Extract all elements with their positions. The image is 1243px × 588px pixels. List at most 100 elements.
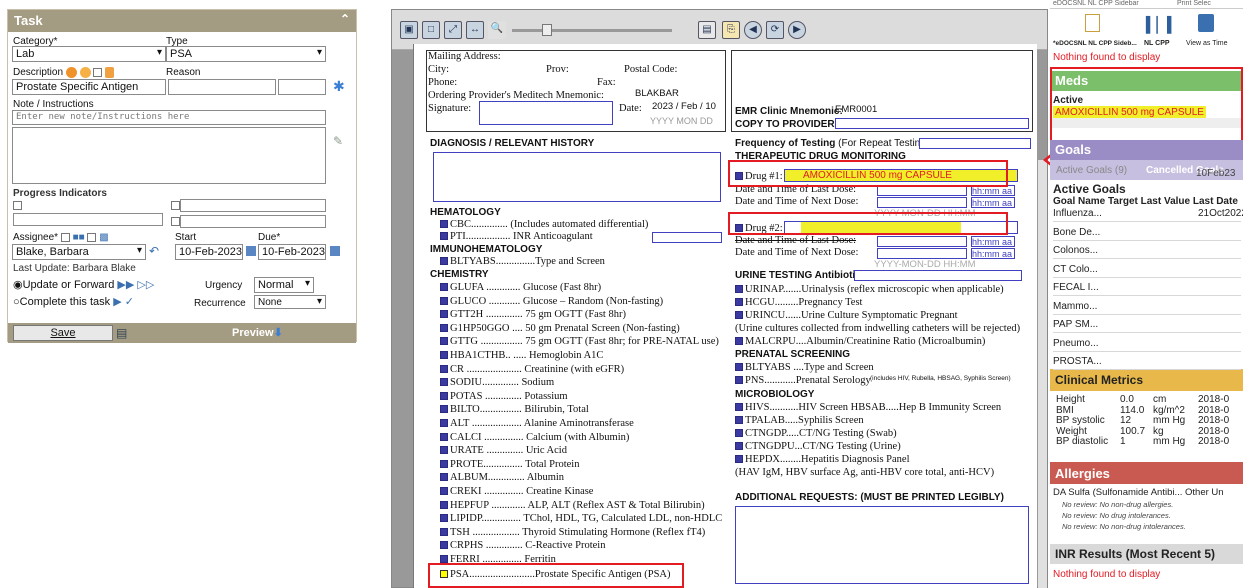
start-calendar-icon[interactable] bbox=[246, 246, 256, 256]
type-select[interactable]: PSA bbox=[166, 46, 326, 62]
pti-item[interactable]: PTI................. INR Anticoagulant bbox=[440, 231, 593, 242]
pti-checkbox[interactable] bbox=[440, 232, 448, 240]
chem-item-16-checkbox[interactable] bbox=[440, 500, 448, 509]
due-date-input[interactable]: 10-Feb-2023 bbox=[258, 244, 326, 260]
view-as-time-label[interactable]: View as Time bbox=[1186, 40, 1228, 47]
micro-item-1-checkbox[interactable] bbox=[735, 416, 743, 424]
bltyabs-item[interactable]: BLTYABS...............Type and Screen bbox=[440, 256, 605, 267]
refresh-icon[interactable]: ↶ bbox=[149, 244, 159, 258]
drug2-last-dose-date[interactable] bbox=[877, 236, 967, 247]
chem-item-3-checkbox[interactable] bbox=[440, 323, 448, 332]
nl-cpp-label[interactable]: NL CPP bbox=[1144, 40, 1170, 47]
refresh-form-icon[interactable]: ⟳ bbox=[766, 21, 784, 39]
back-icon[interactable]: ◀ bbox=[744, 21, 762, 39]
additional-requests-field[interactable] bbox=[735, 506, 1029, 584]
sidebar-link-label[interactable]: *eDOCSNL NL CPP Sideb... bbox=[1053, 40, 1137, 47]
goals-tab-active[interactable]: Active Goals (9) bbox=[1056, 165, 1127, 176]
chem-item-5-checkbox[interactable] bbox=[440, 351, 448, 359]
goal-row-name[interactable]: Influenza... bbox=[1053, 208, 1102, 219]
goal-row-name[interactable]: FECAL I... bbox=[1053, 282, 1099, 293]
goal-row-name[interactable]: PROSTA... bbox=[1053, 356, 1102, 367]
template-icon[interactable] bbox=[79, 67, 91, 78]
urine-item-2-checkbox[interactable] bbox=[735, 311, 743, 319]
complete-task-option[interactable]: ○Complete this task ▶ ✓ bbox=[13, 295, 134, 308]
urine-item-4-checkbox[interactable] bbox=[735, 337, 743, 345]
prenatal-item-1-checkbox[interactable] bbox=[735, 376, 743, 384]
thumbnails-icon[interactable]: ▣ bbox=[400, 21, 418, 39]
goal-row-name[interactable]: PAP SM... bbox=[1053, 319, 1098, 330]
chem-item-12[interactable]: URATE .............. Uric Acid bbox=[440, 445, 567, 456]
chem-item-16[interactable]: HEPFUP ............. ALP, ALT (Reflex AS… bbox=[440, 500, 705, 511]
goal-row-name[interactable]: Colonos... bbox=[1053, 245, 1098, 256]
document-icon[interactable] bbox=[1085, 14, 1100, 32]
urine-item-2[interactable]: URINCU......Urine Culture Symptomatic Pr… bbox=[735, 310, 958, 321]
micro-item-4-checkbox[interactable] bbox=[735, 455, 743, 463]
anticoagulant-field[interactable] bbox=[652, 232, 722, 243]
chem-item-17[interactable]: LIPIDP............... TChol, HDL, TG, Ca… bbox=[440, 513, 722, 524]
assignee-self-checkbox[interactable] bbox=[87, 232, 97, 242]
progress-input-1[interactable] bbox=[13, 213, 163, 226]
diagnosis-field[interactable] bbox=[433, 152, 721, 202]
progress-input-3[interactable] bbox=[180, 215, 326, 228]
chem-item-13[interactable]: PROTE............... Total Protein bbox=[440, 459, 579, 470]
chem-item-14-checkbox[interactable] bbox=[440, 473, 448, 482]
chem-item-6-checkbox[interactable] bbox=[440, 364, 448, 373]
progress-input-2[interactable] bbox=[180, 199, 326, 212]
chem-item-1-checkbox[interactable] bbox=[440, 296, 448, 305]
chem-item-11[interactable]: CALCI ............... Calcium (with Albu… bbox=[440, 432, 629, 443]
urine-item-0[interactable]: URINAP.......Urinalysis (reflex microsco… bbox=[735, 284, 1004, 295]
cbc-item[interactable]: CBC.............. (Includes automated di… bbox=[440, 219, 648, 230]
goal-row-name[interactable]: Mammo... bbox=[1053, 301, 1097, 312]
chem-item-7-checkbox[interactable] bbox=[440, 378, 448, 387]
zoom-icon[interactable]: 🔍 bbox=[488, 21, 506, 39]
description-input[interactable]: Prostate Specific Antigen bbox=[12, 79, 166, 95]
chem-item-19-checkbox[interactable] bbox=[440, 541, 448, 550]
chem-item-10[interactable]: ALT ................... Alanine Aminotra… bbox=[440, 418, 634, 429]
chem-item-4[interactable]: GTTG ................ 75 gm OGTT (Fast 8… bbox=[440, 336, 719, 347]
chem-item-0[interactable]: GLUFA ............. Glucose (Fast 8hr) bbox=[440, 282, 601, 293]
chem-item-4-checkbox[interactable] bbox=[440, 337, 448, 346]
prenatal-item-0-checkbox[interactable] bbox=[735, 363, 743, 371]
recurrence-select[interactable]: None bbox=[254, 295, 326, 309]
clipboard-icon[interactable]: ⎘ bbox=[722, 21, 740, 39]
save-form-icon[interactable]: ▤ bbox=[698, 21, 716, 39]
chem-item-3[interactable]: G1HP50GGO .... 50 gm Prenatal Screen (No… bbox=[440, 323, 680, 334]
urine-item-1[interactable]: HCGU.........Pregnancy Test bbox=[735, 297, 862, 308]
chem-item-2[interactable]: GTT2H .............. 75 gm OGTT (Fast 8h… bbox=[440, 309, 626, 320]
chem-item-15-checkbox[interactable] bbox=[440, 487, 448, 495]
forward-icon[interactable]: ▶ bbox=[788, 21, 806, 39]
chem-item-2-checkbox[interactable] bbox=[440, 310, 448, 319]
prenatal-item-1[interactable]: PNS............Prenatal Serology bbox=[735, 375, 871, 386]
form-scrollbar[interactable] bbox=[1038, 160, 1047, 588]
chem-item-15[interactable]: CREKI ............... Creatine Kinase bbox=[440, 486, 593, 497]
goal-row-name[interactable]: Bone De... bbox=[1053, 227, 1100, 238]
chem-item-18-checkbox[interactable] bbox=[440, 527, 448, 536]
urine-item-4[interactable]: MALCRPU....Albumin/Creatinine Ratio (Mic… bbox=[735, 336, 985, 347]
frequency-field[interactable] bbox=[919, 138, 1031, 149]
preview-button[interactable]: Preview⬇ bbox=[232, 326, 283, 339]
micro-item-5[interactable]: (HAV IgM, HBV surface Ag, anti-HBV core … bbox=[735, 467, 994, 478]
copy-to-provider-field[interactable] bbox=[835, 118, 1029, 129]
calendar-view-icon[interactable] bbox=[1198, 14, 1214, 32]
page-icon[interactable]: □ bbox=[422, 21, 440, 39]
note-edit-icon[interactable]: ✎ bbox=[333, 134, 343, 148]
chem-item-9-checkbox[interactable] bbox=[440, 405, 448, 414]
fit-width-icon[interactable]: ↔ bbox=[466, 21, 484, 39]
chem-item-19[interactable]: CRPHS .............. C-Reactive Protein bbox=[440, 540, 605, 551]
progress-checkbox-1[interactable] bbox=[13, 201, 22, 210]
progress-checkbox-2[interactable] bbox=[171, 201, 180, 210]
drug2-last-dose-time[interactable]: hh:mm aa bbox=[971, 236, 1015, 247]
micro-item-2[interactable]: CTNGDP.....CT/NG Testing (Swab) bbox=[735, 428, 897, 439]
note-history-area[interactable] bbox=[12, 127, 326, 184]
chem-item-17-checkbox[interactable] bbox=[440, 514, 448, 523]
fit-page-icon[interactable]: ⤢ bbox=[444, 21, 462, 39]
emr-value[interactable]: EMR0001 bbox=[835, 104, 877, 115]
bltyabs-checkbox[interactable] bbox=[440, 257, 448, 265]
micro-item-2-checkbox[interactable] bbox=[735, 429, 743, 437]
goal-row-name[interactable]: CT Colo... bbox=[1053, 264, 1098, 275]
chem-item-0-checkbox[interactable] bbox=[440, 283, 448, 291]
update-forward-option[interactable]: ◉Update or Forward ▶▶ ▷▷ bbox=[13, 278, 154, 291]
zoom-slider-handle[interactable] bbox=[542, 24, 552, 36]
save-button[interactable]: Save bbox=[13, 325, 113, 341]
chem-item-11-checkbox[interactable] bbox=[440, 432, 448, 441]
